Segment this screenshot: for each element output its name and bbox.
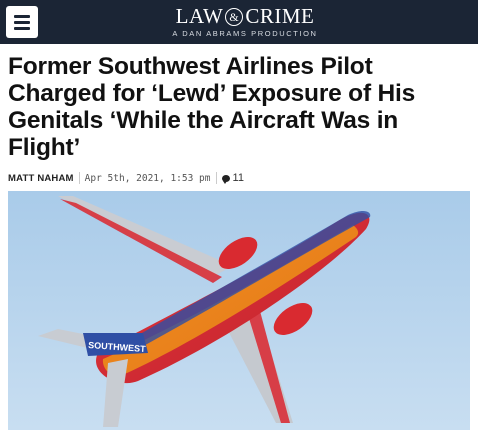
comment-bubble-icon	[221, 174, 230, 184]
menu-button[interactable]	[6, 6, 38, 38]
comment-count: 11	[232, 172, 244, 184]
article-byline: MATT NAHAM Apr 5th, 2021, 1:53 pm 11	[8, 171, 244, 185]
hamburger-menu-icon	[14, 15, 30, 18]
logo-tagline: A DAN ABRAMS PRODUCTION	[172, 29, 318, 38]
publish-date: Apr 5th, 2021, 1:53 pm	[84, 172, 211, 184]
comments-link[interactable]: 11	[221, 172, 244, 184]
logo-word-law: LAW	[175, 4, 224, 28]
top-navigation-bar: LAW & CRIME A DAN ABRAMS PRODUCTION	[0, 0, 478, 44]
byline-divider	[78, 172, 80, 184]
hero-image[interactable]: SOUTHWEST	[8, 191, 470, 430]
author-link[interactable]: MATT NAHAM	[8, 173, 74, 184]
logo-ampersand: &	[225, 8, 244, 26]
site-logo[interactable]: LAW & CRIME A DAN ABRAMS PRODUCTION	[150, 5, 340, 38]
byline-divider	[215, 172, 217, 184]
airplane-photo: SOUTHWEST	[8, 191, 470, 430]
article-headline: Former Southwest Airlines Pilot Charged …	[8, 53, 416, 161]
logo-word-crime: CRIME	[245, 4, 315, 28]
